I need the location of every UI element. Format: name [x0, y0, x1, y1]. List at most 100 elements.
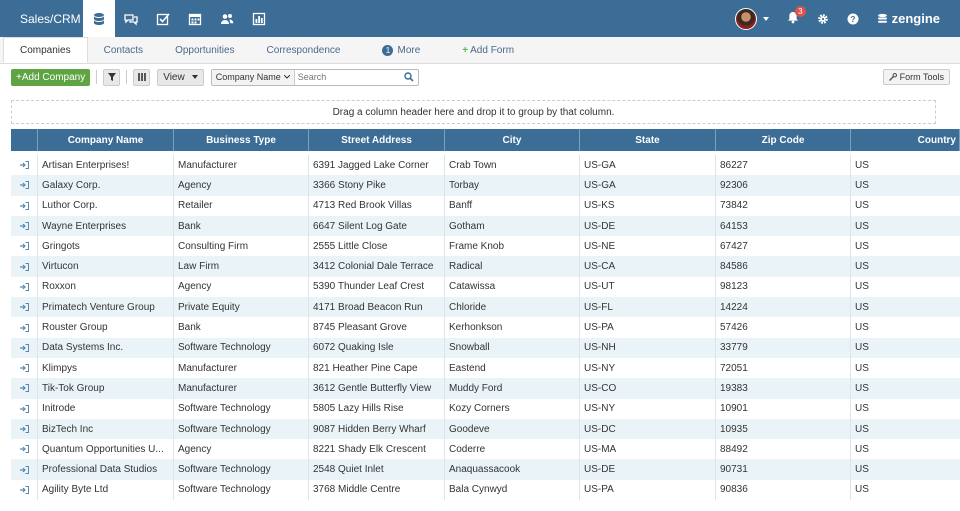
tab-companies[interactable]: Companies [3, 37, 88, 63]
table-row[interactable]: Primatech Venture Group Private Equity 417… [11, 297, 960, 318]
columns-button[interactable] [133, 68, 151, 86]
open-record-button[interactable] [11, 297, 38, 318]
tab-contacts[interactable]: Contacts [88, 37, 159, 63]
open-record-button[interactable] [11, 418, 38, 440]
table-cell: Quantum Opportunities U... [38, 439, 174, 460]
nav-users-button[interactable] [211, 0, 243, 37]
open-record-button[interactable] [11, 155, 38, 176]
add-form-button[interactable]: + Add Form [446, 37, 530, 63]
filter-button[interactable] [103, 68, 121, 86]
table-cell: Anaquassacook [445, 459, 580, 480]
notification-badge: 3 [795, 5, 806, 17]
nav-data-button[interactable] [83, 0, 115, 37]
open-record-button[interactable] [11, 378, 38, 399]
open-record-icon [19, 161, 29, 170]
open-record-button[interactable] [11, 256, 38, 277]
table-cell: US-DC [580, 418, 716, 440]
table-cell: 3768 Middle Centre [309, 479, 445, 501]
tab-correspondence[interactable]: Correspondence [251, 37, 357, 63]
table-row[interactable]: BizTech Inc Software Technology 9087 Hidde… [11, 418, 960, 440]
table-cell: US-PA [580, 479, 716, 501]
open-record-button[interactable] [11, 479, 38, 501]
nav-reports-button[interactable] [243, 0, 275, 37]
notifications-button[interactable]: 3 [787, 5, 806, 27]
table-cell: 10901 [716, 398, 851, 419]
nav-chat-button[interactable] [115, 0, 147, 37]
table-row[interactable]: Rouster Group Bank 8745 Pleasant Grove Kerh… [11, 317, 960, 338]
chevron-down-icon [762, 16, 769, 21]
table-row[interactable]: Professional Data Studios Software Techno… [11, 459, 960, 480]
table-row[interactable]: Galaxy Corp. Agency 3366 Stony Pike Torbay U… [11, 175, 960, 196]
table-row[interactable]: Roxxon Agency 5390 Thunder Leaf Crest Cataw… [11, 276, 960, 298]
table-row[interactable]: Klimpys Manufacturer 821 Heather Pine Cape… [11, 357, 960, 379]
form-tools-button[interactable]: Form Tools [882, 69, 950, 85]
table-cell: 8221 Shady Elk Crescent [309, 439, 445, 460]
table-cell: Software Technology [174, 418, 309, 440]
user-menu[interactable] [734, 7, 769, 30]
table-row[interactable]: Agility Byte Ltd Software Technology 3768 … [11, 479, 960, 501]
chevron-down-icon [191, 75, 198, 79]
open-record-button[interactable] [11, 276, 38, 298]
open-record-button[interactable] [11, 175, 38, 196]
table-cell: Software Technology [174, 459, 309, 480]
open-record-button[interactable] [11, 357, 38, 379]
table-cell: Tik-Tok Group [38, 378, 174, 399]
table-row[interactable]: Tik-Tok Group Manufacturer 3612 Gentle But… [11, 378, 960, 399]
table-cell: Kozy Corners [445, 398, 580, 419]
help-button[interactable]: ? [847, 13, 859, 25]
column-header[interactable]: State [580, 129, 716, 151]
search-input[interactable] [294, 69, 400, 85]
table-row[interactable]: Wayne Enterprises Bank 6647 Silent Log Gat… [11, 215, 960, 237]
open-record-button[interactable] [11, 215, 38, 237]
open-record-button[interactable] [11, 195, 38, 216]
column-header[interactable]: City [445, 129, 580, 151]
column-header[interactable]: Country [851, 129, 960, 151]
nav-tasks-button[interactable] [147, 0, 179, 37]
open-record-button[interactable] [11, 236, 38, 257]
open-record-button[interactable] [11, 439, 38, 460]
table-row[interactable]: Data Systems Inc. Software Technology 6072… [11, 337, 960, 358]
settings-button[interactable] [817, 13, 829, 25]
group-drop-zone[interactable]: Drag a column header here and drop it to… [11, 100, 936, 124]
open-record-button[interactable] [11, 459, 38, 480]
table-cell: US [855, 200, 869, 212]
tab-opportunities[interactable]: Opportunities [159, 37, 250, 63]
table-cell: 57426 [716, 317, 851, 338]
table-cell: US [855, 159, 869, 171]
table-cell: US [855, 484, 869, 496]
table-row[interactable]: Initrode Software Technology 5805 Lazy Hil… [11, 398, 960, 419]
column-header[interactable]: Business Type [174, 129, 309, 151]
table-cell: US-NY [580, 398, 716, 419]
table-cell: 10935 [716, 418, 851, 440]
table-cell: Consulting Firm [174, 236, 309, 257]
open-record-button[interactable] [11, 398, 38, 419]
app-switcher[interactable]: Sales/CRM [0, 0, 93, 37]
table-cell: 90731 [716, 459, 851, 480]
table-cell: Artisan Enterprises! [38, 155, 174, 176]
add-company-button[interactable]: +Add Company [11, 68, 91, 86]
table-cell: 86227 [716, 155, 851, 176]
brand-logo[interactable]: zengine [877, 11, 940, 26]
table-cell: US-NY [580, 357, 716, 379]
tab-more[interactable]: 1 More [366, 37, 436, 63]
table-cell: Eastend [445, 357, 580, 379]
table-row[interactable]: Quantum Opportunities U... Agency 8221 Sha… [11, 439, 960, 460]
view-dropdown[interactable]: View [157, 68, 204, 86]
table-row[interactable]: Luthor Corp. Retailer 4713 Red Brook Villa… [11, 195, 960, 216]
table-cell: Retailer [174, 195, 309, 216]
nav-calendar-button[interactable] [179, 0, 211, 37]
table-row[interactable]: Artisan Enterprises! Manufacturer 6391 Jag… [11, 155, 960, 176]
open-record-icon [19, 262, 29, 271]
open-record-button[interactable] [11, 317, 38, 338]
open-record-button[interactable] [11, 337, 38, 358]
column-header[interactable]: Company Name [38, 129, 174, 151]
table-row[interactable]: Gringots Consulting Firm 2555 Little Close… [11, 236, 960, 257]
table-cell: 72051 [716, 357, 851, 379]
column-header[interactable]: Street Address [309, 129, 445, 151]
table-cell: 9087 Hidden Berry Wharf [309, 418, 445, 440]
search-field-select[interactable]: Company Name [211, 69, 295, 85]
column-header[interactable]: Zip Code [716, 129, 851, 151]
search-button[interactable] [400, 70, 418, 85]
table-row[interactable]: Virtucon Law Firm 3412 Colonial Dale Terra… [11, 256, 960, 277]
table-cell: US-PA [580, 317, 716, 338]
